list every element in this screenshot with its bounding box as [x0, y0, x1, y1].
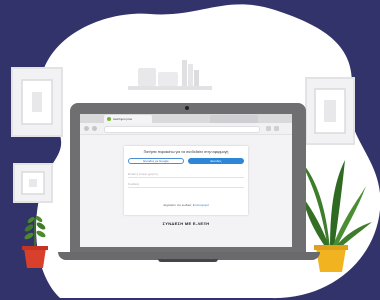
laptop-hinge [158, 259, 218, 262]
login-heading: Πατήστε παρακάτω για να συνδεθείτε στην … [143, 150, 229, 154]
forward-icon[interactable] [92, 126, 97, 131]
browser-nav-buttons [84, 126, 97, 131]
picture-frame-icon [11, 67, 63, 137]
login-card: Πατήστε παρακάτω για να συνδεθείτε στην … [124, 146, 248, 215]
browser-content: Πατήστε παρακάτω για να συνδεθείτε στην … [80, 135, 292, 247]
site-favicon-icon [107, 117, 111, 121]
browser-tab-bar: Ακαδημία plus [80, 114, 292, 123]
caption-text: ΣΥΝΔΕΣΗ ΜΕ Ε-ΛΕΞΗ [162, 221, 210, 226]
browser-tab-inactive[interactable] [210, 115, 258, 123]
right-picture-frame-icon [305, 77, 355, 145]
browser-toolbar [80, 123, 292, 135]
menu-icon[interactable] [274, 126, 279, 131]
google-signin-button[interactable]: Είσοδος με Google [128, 158, 184, 164]
reset-password-link[interactable]: Επαναφορά [193, 203, 209, 207]
back-icon[interactable] [84, 126, 89, 131]
extension-icon[interactable] [266, 126, 271, 131]
signin-button[interactable]: Είσοδος [188, 158, 244, 164]
email-field[interactable]: Email ή όνομα χρήστη [128, 171, 244, 178]
camera-icon [185, 106, 189, 110]
illustration-scene: Ακαδημία plus Πατήστε παρακάτω για να συ… [0, 0, 380, 300]
browser-actions [266, 126, 279, 131]
login-footer: Ξεχάσατε τον κωδικό; Επαναφορά [124, 203, 248, 207]
laptop-screen: Ακαδημία plus Πατήστε παρακάτω για να συ… [80, 114, 292, 247]
small-picture-frame-icon [13, 163, 53, 203]
browser-tab-title: Ακαδημία plus [113, 116, 133, 121]
address-bar[interactable] [104, 126, 260, 133]
browser-tab[interactable]: Ακαδημία plus [104, 115, 152, 123]
forgot-password-text: Ξεχάσατε τον κωδικό; [163, 203, 192, 207]
password-field[interactable]: Κωδικός [128, 181, 244, 188]
